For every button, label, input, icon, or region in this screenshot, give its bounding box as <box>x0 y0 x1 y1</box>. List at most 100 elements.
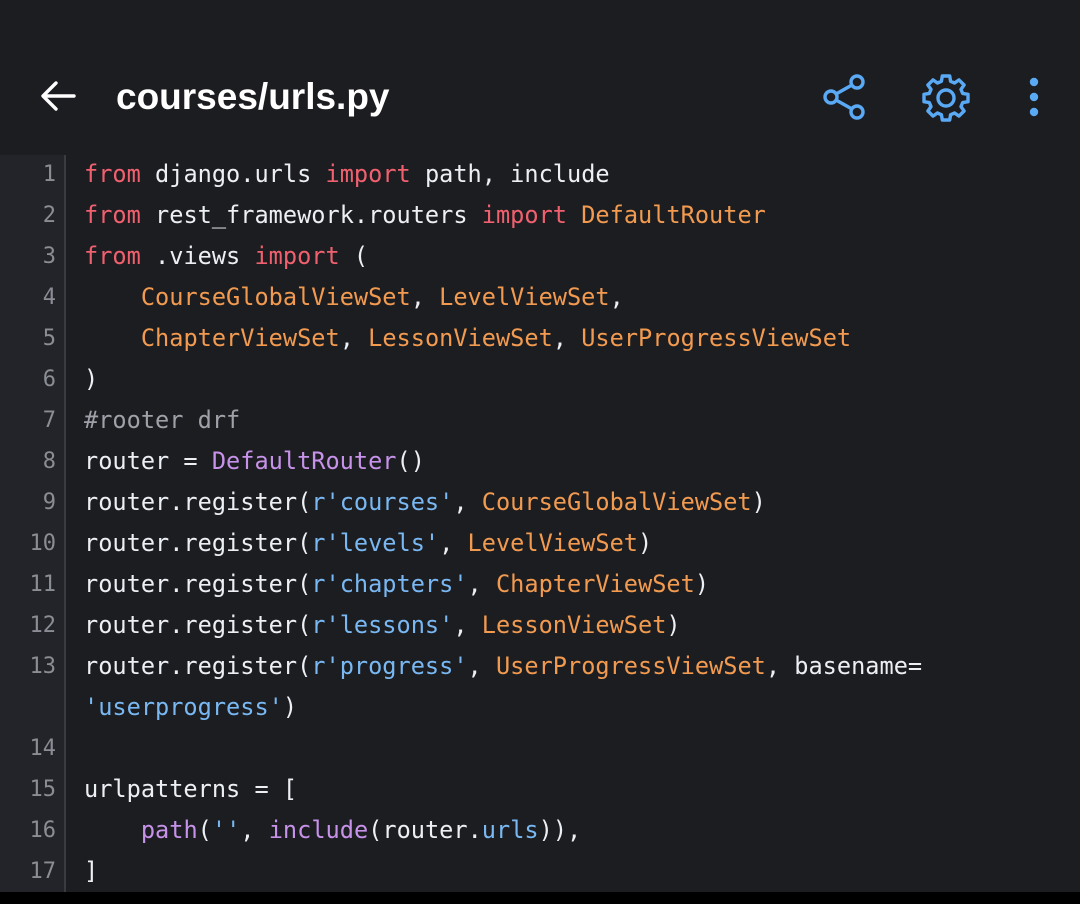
code-token: ) <box>84 365 99 393</box>
code-token: from <box>84 160 141 188</box>
code-line: path('', include(router.urls)), <box>84 810 581 851</box>
line-number: 9 <box>42 490 56 515</box>
code-token: .views <box>140 242 255 270</box>
code-line: router.register(r'lessons', LessonViewSe… <box>84 605 681 646</box>
back-button[interactable] <box>36 74 80 118</box>
code-token: from <box>84 242 141 270</box>
code-token: include <box>268 816 369 844</box>
code-token: , <box>467 570 496 598</box>
code-token: ) <box>282 693 298 721</box>
line-number: 4 <box>42 285 56 310</box>
code-token: rest_framework.routers <box>140 201 482 229</box>
code-token: r'chapters' <box>311 570 468 598</box>
line-number <box>0 687 56 728</box>
code-line: ) <box>84 359 98 400</box>
line-number-gutter: 1 2 3 4 5 6 7 8 9 10 11 12 13 14 15 16 17 <box>0 155 66 892</box>
code-token: #rooter drf <box>84 406 241 434</box>
code-token: , <box>453 488 482 516</box>
line-number: 1 <box>42 162 56 187</box>
code-token: ] <box>84 857 99 885</box>
code-line: from .views import ( <box>84 236 368 277</box>
code-line: router.register(r'chapters', ChapterView… <box>84 564 709 605</box>
code-line: router = DefaultRouter() <box>84 441 425 482</box>
code-token: LessonViewSet <box>481 611 667 639</box>
code-line: from django.urls import path, include <box>84 155 610 195</box>
line-number: 16 <box>29 818 57 843</box>
code-line: urlpatterns = [ <box>84 769 297 810</box>
code-token: , <box>552 324 582 352</box>
code-line: #rooter drf <box>84 400 240 441</box>
line-number: 17 <box>29 859 57 884</box>
code-token: )), <box>538 816 582 844</box>
code-token: django.urls <box>140 160 326 188</box>
file-title: courses/urls.py <box>116 76 390 117</box>
code-token: ( <box>339 242 369 270</box>
code-token: router.register( <box>84 529 312 557</box>
line-number: 5 <box>42 326 56 351</box>
code-token: DefaultRouter <box>211 447 397 475</box>
code-token: '' <box>211 816 241 844</box>
code-line: CourseGlobalViewSet, LevelViewSet, <box>84 277 624 318</box>
line-number: 3 <box>42 244 56 269</box>
code-token: , <box>467 652 496 680</box>
code-token: , <box>410 283 440 311</box>
code-token: router.register( <box>84 570 312 598</box>
code-token: (router. <box>368 816 482 844</box>
code-token: from <box>84 201 141 229</box>
line-number: 15 <box>29 777 57 802</box>
code-token: r'courses' <box>311 488 454 516</box>
code-token: LevelViewSet <box>439 283 610 311</box>
code-token: () <box>396 447 425 475</box>
line-number: 11 <box>29 572 57 597</box>
code-token: ( <box>197 816 212 844</box>
code-token: ChapterViewSet <box>140 324 340 352</box>
bottom-edge <box>0 892 1080 904</box>
settings-button[interactable] <box>918 70 974 126</box>
code-token: router.register( <box>84 611 312 639</box>
code-editor[interactable]: 1 2 3 4 5 6 7 8 9 10 11 12 13 14 15 16 17 from django.ur… <box>0 155 1080 892</box>
code-line: from rest_framework.routers import Defau… <box>84 195 766 236</box>
code-token: UserProgressViewSet <box>495 652 766 680</box>
code-token: import <box>481 201 567 229</box>
code-line: router.register(r'courses', CourseGlobal… <box>84 482 766 523</box>
code-token: r'levels' <box>311 529 440 557</box>
code-token: , <box>240 816 269 844</box>
code-token: urls <box>481 816 539 844</box>
code-token: router.register( <box>84 652 312 680</box>
code-token: router.register( <box>84 488 312 516</box>
share-button[interactable] <box>817 70 873 126</box>
code-token: CourseGlobalViewSet <box>481 488 752 516</box>
code-token: urlpatterns = [ <box>84 775 298 803</box>
code-token: ) <box>638 529 653 557</box>
code-line: 'userprogress') <box>84 687 297 728</box>
code-token: import <box>325 160 411 188</box>
gear-icon <box>922 74 970 122</box>
line-number: 12 <box>29 613 57 638</box>
code-token: router = <box>84 447 212 475</box>
code-token: DefaultRouter <box>581 201 766 229</box>
code-token: , <box>609 283 624 311</box>
line-number: 7 <box>42 408 56 433</box>
more-vertical-icon <box>1029 77 1039 117</box>
more-options-button[interactable] <box>1006 70 1062 126</box>
code-token: path <box>140 816 198 844</box>
share-icon <box>823 74 865 120</box>
code-token: 'userprogress' <box>84 693 283 721</box>
code-token: path, include <box>410 160 610 188</box>
line-number: 10 <box>29 531 57 556</box>
code-line: router.register(r'progress', UserProgres… <box>84 646 922 687</box>
code-token: CourseGlobalViewSet <box>140 283 411 311</box>
code-token: , <box>453 611 482 639</box>
arrow-left-icon <box>41 81 76 111</box>
line-number: 8 <box>42 449 56 474</box>
code-token: UserProgressViewSet <box>581 324 852 352</box>
app-bar: courses/urls.py <box>0 0 1080 155</box>
code-line: router.register(r'levels', LevelViewSet) <box>84 523 652 564</box>
code-line: ChapterViewSet, LessonViewSet, UserProgr… <box>84 318 851 359</box>
code-token: ) <box>666 611 681 639</box>
code-token: , <box>439 529 468 557</box>
code-token: LevelViewSet <box>467 529 639 557</box>
